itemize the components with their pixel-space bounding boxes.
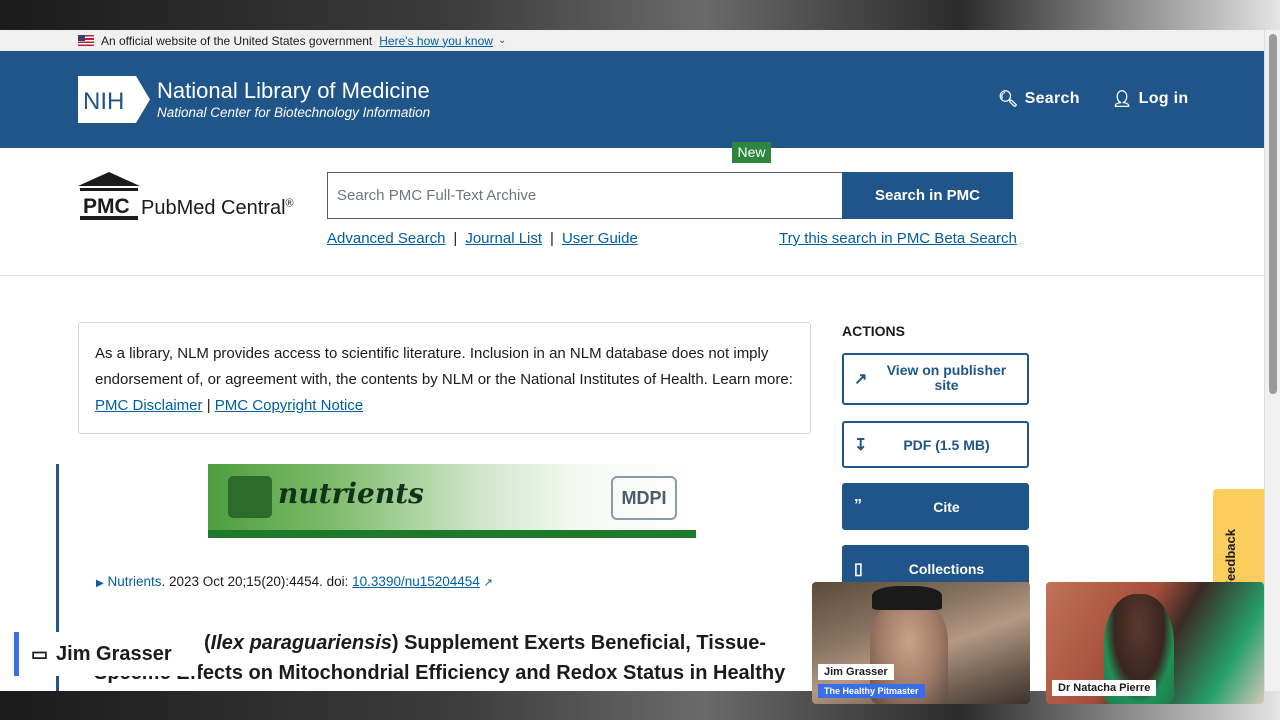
journal-link[interactable]: Nutrients bbox=[107, 574, 161, 589]
disclaimer-text: As a library, NLM provides access to sci… bbox=[95, 345, 769, 388]
journal-banner[interactable]: nutrients MDPI bbox=[208, 464, 696, 538]
doi-link[interactable]: 10.3390/nu15204454 bbox=[352, 574, 480, 589]
header-search-button[interactable]: 🔍︎ Search bbox=[998, 89, 1080, 109]
pmc-logo-name: PubMed Central bbox=[141, 197, 286, 219]
citation-text: . 2023 Oct 20;15(20):4454. doi: bbox=[161, 574, 349, 589]
participant-video-2[interactable]: Dr Natacha Pierre bbox=[1046, 582, 1264, 704]
journal-logo-icon bbox=[228, 476, 272, 518]
external-link-icon: ↗ bbox=[854, 371, 868, 388]
login-button[interactable]: 👤︎ Log in bbox=[1112, 89, 1188, 109]
link-separator: | bbox=[453, 230, 458, 247]
bookmark-icon: ▯ bbox=[854, 561, 863, 578]
view-publisher-label: View on publisher site bbox=[886, 362, 1007, 393]
external-link-icon: ↗ bbox=[483, 577, 493, 589]
view-publisher-button[interactable]: ↗ View on publisher site bbox=[842, 353, 1029, 405]
article-title: (Ilex paraguariensis) Supplement Exerts … bbox=[94, 628, 794, 688]
pmc-logo-prefix: PMC bbox=[83, 195, 130, 218]
pmc-search-input[interactable] bbox=[327, 172, 843, 219]
pmc-building-icon: PMC bbox=[78, 172, 140, 220]
scroll-thumb[interactable] bbox=[1269, 34, 1277, 394]
beta-search-link[interactable]: Try this search in PMC Beta Search bbox=[779, 230, 1017, 247]
us-flag-icon bbox=[78, 35, 94, 46]
title-italic: Ilex paraguariensis bbox=[210, 632, 392, 654]
user-guide-link[interactable]: User Guide bbox=[562, 230, 638, 247]
pmc-logo[interactable]: PMC PubMed Central® bbox=[78, 172, 318, 222]
pmc-search-area: PMC PubMed Central® Search in PMC Advanc… bbox=[0, 148, 1264, 276]
browser-scrollbar[interactable] bbox=[1264, 30, 1280, 691]
journal-list-link[interactable]: Journal List bbox=[465, 230, 542, 247]
gov-banner: An official website of the United States… bbox=[0, 30, 1264, 51]
quote-icon: ” bbox=[854, 497, 862, 514]
header-search-label: Search bbox=[1024, 90, 1080, 107]
caret-right-icon[interactable]: ▶ bbox=[96, 578, 104, 589]
user-icon: 👤︎ bbox=[1112, 91, 1133, 108]
title-line2: Specific Effects on Mitochondrial Effici… bbox=[94, 662, 786, 684]
cite-label: Cite bbox=[933, 499, 960, 515]
link-separator: | bbox=[550, 230, 554, 247]
participant-1-cap bbox=[872, 586, 942, 610]
search-in-pmc-button[interactable]: Search in PMC bbox=[842, 172, 1013, 219]
banner-bar bbox=[208, 530, 696, 538]
article-citation: ▶ Nutrients. 2023 Oct 20;15(20):4454. do… bbox=[96, 574, 493, 589]
disclaimer-divider: | bbox=[206, 397, 211, 414]
participant-1-name: Jim Grasser bbox=[818, 664, 894, 680]
search-sublinks: Advanced Search | Journal List | User Gu… bbox=[327, 230, 638, 247]
pdf-download-button[interactable]: ↧ PDF (1.5 MB) bbox=[842, 421, 1029, 468]
login-label: Log in bbox=[1138, 90, 1189, 107]
download-icon: ↧ bbox=[854, 437, 868, 454]
nlm-subtitle: National Center for Biotechnology Inform… bbox=[157, 105, 431, 120]
journal-banner-name: nutrients bbox=[278, 477, 424, 510]
gov-how-you-know-link[interactable]: Here's how you know bbox=[379, 34, 493, 48]
presenter-name: Jim Grasser bbox=[56, 642, 172, 665]
screen-share-icon: ▭ bbox=[31, 643, 49, 664]
participant-video-1[interactable]: Jim Grasser The Healthy Pitmaster bbox=[812, 582, 1030, 704]
collections-label: Collections bbox=[908, 561, 985, 577]
chevron-down-icon[interactable]: ⌄ bbox=[498, 35, 506, 46]
pdf-label: PDF (1.5 MB) bbox=[903, 437, 990, 453]
participant-2-name: Dr Natacha Pierre bbox=[1052, 680, 1157, 696]
gov-banner-text: An official website of the United States… bbox=[101, 33, 373, 48]
feedback-label: Feedback bbox=[1223, 529, 1238, 589]
actions-heading: ACTIONS bbox=[842, 323, 905, 339]
pmc-copyright-link[interactable]: PMC Copyright Notice bbox=[215, 397, 363, 414]
cite-button[interactable]: ” Cite bbox=[842, 483, 1029, 530]
nih-logo-text: NIH bbox=[83, 88, 124, 115]
learn-more-label: Learn more: bbox=[712, 371, 793, 388]
advanced-search-link[interactable]: Advanced Search bbox=[327, 230, 445, 247]
search-icon: 🔍︎ bbox=[998, 91, 1019, 108]
nlm-disclaimer-box: As a library, NLM provides access to sci… bbox=[78, 322, 811, 434]
nih-logo[interactable]: NIH bbox=[78, 76, 150, 123]
mdpi-logo: MDPI bbox=[611, 476, 677, 520]
new-badge: New bbox=[732, 142, 771, 163]
pmc-disclaimer-link[interactable]: PMC Disclaimer bbox=[95, 397, 203, 414]
participant-1-subtitle: The Healthy Pitmaster bbox=[818, 684, 925, 698]
title-line1: ) Supplement Exerts Beneficial, Tissue- bbox=[391, 632, 767, 654]
nlm-header: NIH National Library of Medicine Nationa… bbox=[0, 51, 1264, 148]
pmc-logo-text: PubMed Central® bbox=[141, 197, 294, 220]
presenter-name-tag: ▭ Jim Grasser bbox=[14, 632, 198, 676]
nlm-title[interactable]: National Library of Medicine bbox=[157, 78, 430, 104]
pmc-registered-mark: ® bbox=[285, 197, 294, 210]
